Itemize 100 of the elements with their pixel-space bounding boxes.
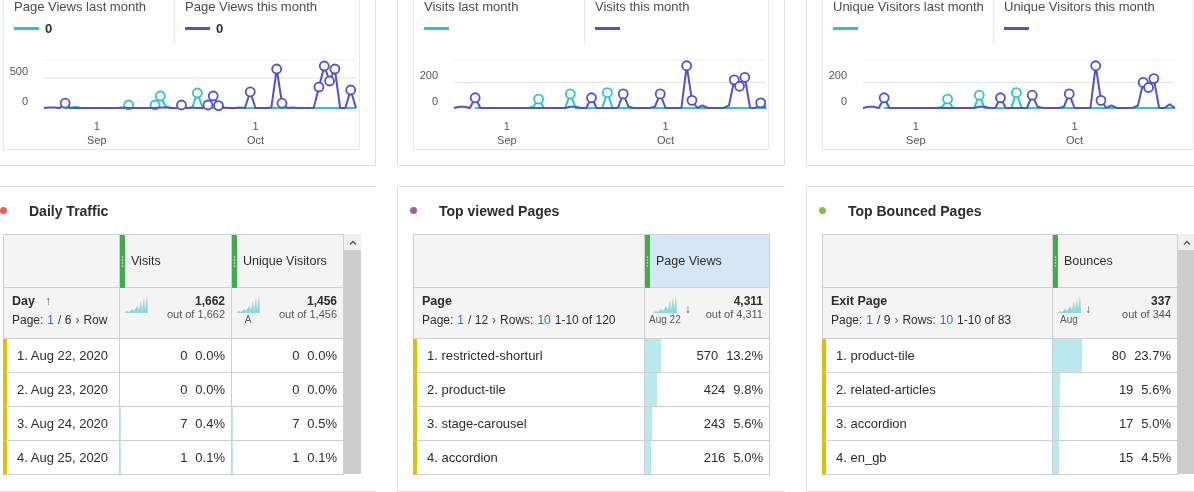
- column-header[interactable]: Page Views: [645, 235, 770, 288]
- metric-value: 424: [703, 382, 726, 397]
- metric-percent: 5.0%: [1141, 416, 1171, 431]
- next-page-button[interactable]: ›: [492, 313, 497, 327]
- x-tick-label: 1 Sep: [906, 120, 926, 146]
- point-marker[interactable]: [313, 81, 325, 93]
- next-page-button[interactable]: ›: [894, 313, 899, 327]
- sort-arrow[interactable]: ↓: [1085, 302, 1091, 316]
- pager-text: Page:: [12, 313, 44, 327]
- column-header[interactable]: Visits: [120, 235, 232, 288]
- point-marker[interactable]: [755, 97, 767, 109]
- point-marker[interactable]: [324, 75, 335, 87]
- point-marker[interactable]: [739, 71, 751, 83]
- pager-text: Page:: [422, 313, 454, 327]
- point-marker[interactable]: [1090, 60, 1102, 72]
- point-marker[interactable]: [276, 97, 288, 109]
- point-marker[interactable]: [681, 60, 693, 72]
- row-label[interactable]: 4. Aug 25, 2020: [3, 441, 120, 475]
- point-marker[interactable]: [154, 90, 166, 102]
- drag-handle-icon[interactable]: [120, 234, 125, 288]
- point-marker[interactable]: [329, 63, 341, 75]
- metric-total: 1,456: [306, 294, 337, 308]
- dimension-name: Day: [12, 294, 35, 308]
- point-marker[interactable]: [202, 99, 214, 111]
- drag-handle-icon[interactable]: [1053, 234, 1058, 288]
- point-marker[interactable]: [586, 92, 597, 104]
- metric-percent: 0.5%: [307, 416, 337, 431]
- legend-label: Visits this month: [595, 0, 691, 14]
- panel-title: Top Bounced Pages: [848, 202, 982, 219]
- pager-link[interactable]: 1: [866, 313, 874, 327]
- caret-up-icon[interactable]: [1182, 239, 1191, 245]
- point-marker[interactable]: [207, 90, 219, 102]
- metric-out-of: out of 1,662: [166, 308, 225, 320]
- metric-percent: 0.0%: [195, 348, 225, 363]
- trend-label: A: [244, 314, 252, 325]
- point-marker[interactable]: [244, 86, 256, 98]
- pager-link[interactable]: 1: [457, 313, 465, 327]
- row-label[interactable]: 2. Aug 23, 2020: [3, 373, 120, 407]
- point-marker[interactable]: [1010, 87, 1022, 99]
- point-marker[interactable]: [213, 100, 224, 111]
- drag-handle-icon[interactable]: [645, 234, 650, 288]
- point-marker[interactable]: [191, 87, 203, 99]
- point-marker[interactable]: [995, 92, 1006, 104]
- point-marker[interactable]: [1143, 82, 1154, 93]
- metric-percent: 0.1%: [195, 450, 225, 465]
- pager-link[interactable]: 1: [47, 313, 55, 327]
- pager-text: 1-10 of 120: [554, 313, 616, 327]
- point-marker[interactable]: [942, 93, 953, 105]
- metric-value: 15: [1118, 450, 1134, 465]
- point-marker[interactable]: [533, 93, 544, 105]
- point-marker[interactable]: [318, 60, 330, 72]
- point-marker[interactable]: [601, 87, 613, 99]
- sort-arrow[interactable]: ↑: [44, 294, 51, 308]
- metric-value: 0: [180, 382, 188, 397]
- pager-text: / 12: [468, 313, 489, 327]
- pager-link[interactable]: 10: [537, 313, 551, 327]
- metric-percent: 5.6%: [733, 416, 763, 431]
- metric-value: 80: [1111, 348, 1127, 363]
- metric-percent: 23.7%: [1134, 348, 1171, 363]
- sort-arrow[interactable]: ↓: [684, 302, 691, 316]
- metric-value: 243: [703, 416, 726, 431]
- metric-percent: 0.1%: [307, 450, 337, 465]
- point-marker[interactable]: [654, 88, 666, 100]
- point-marker[interactable]: [469, 92, 481, 104]
- point-marker[interactable]: [686, 94, 698, 106]
- pager-text: 1-10 of 83: [957, 313, 1012, 327]
- point-marker[interactable]: [1063, 88, 1075, 100]
- pager-link[interactable]: 10: [939, 313, 954, 327]
- metric-out-of: out of 1,456: [278, 308, 337, 320]
- point-marker[interactable]: [878, 92, 890, 104]
- metric-value: 216: [703, 450, 726, 465]
- point-marker[interactable]: [1148, 73, 1160, 84]
- pager-text: Row: [83, 313, 108, 327]
- x-tick-label: 1 Sep: [497, 120, 517, 146]
- metric-out-of: out of 344: [1122, 308, 1171, 320]
- column-header[interactable]: Bounces: [1053, 235, 1178, 288]
- column-header[interactable]: Unique Visitors: [232, 235, 344, 288]
- caret-up-icon[interactable]: [348, 239, 357, 245]
- metric-value: 7: [180, 416, 188, 431]
- metric-value: 17: [1118, 416, 1134, 431]
- dimension-name: Page: [422, 294, 452, 308]
- point-marker[interactable]: [1095, 94, 1107, 106]
- point-marker[interactable]: [617, 88, 629, 100]
- row-label[interactable]: 1. Aug 22, 2020: [3, 339, 120, 373]
- point-marker[interactable]: [734, 80, 745, 92]
- point-marker[interactable]: [1026, 89, 1038, 101]
- legend-label: Visits last month: [424, 0, 520, 14]
- next-page-button[interactable]: ›: [75, 313, 80, 327]
- point-marker[interactable]: [176, 99, 187, 111]
- point-marker[interactable]: [564, 88, 576, 100]
- legend-value: 0: [45, 20, 53, 36]
- x-tick-label: 1 Oct: [656, 120, 675, 146]
- drag-handle-icon[interactable]: [232, 234, 237, 288]
- metric-out-of: out of 4,311: [705, 308, 763, 320]
- x-tick-label: 1 Oct: [246, 120, 265, 146]
- point-marker[interactable]: [973, 89, 985, 101]
- point-marker[interactable]: [123, 99, 134, 111]
- point-marker[interactable]: [271, 63, 283, 75]
- point-marker[interactable]: [59, 97, 71, 109]
- point-marker[interactable]: [345, 84, 357, 96]
